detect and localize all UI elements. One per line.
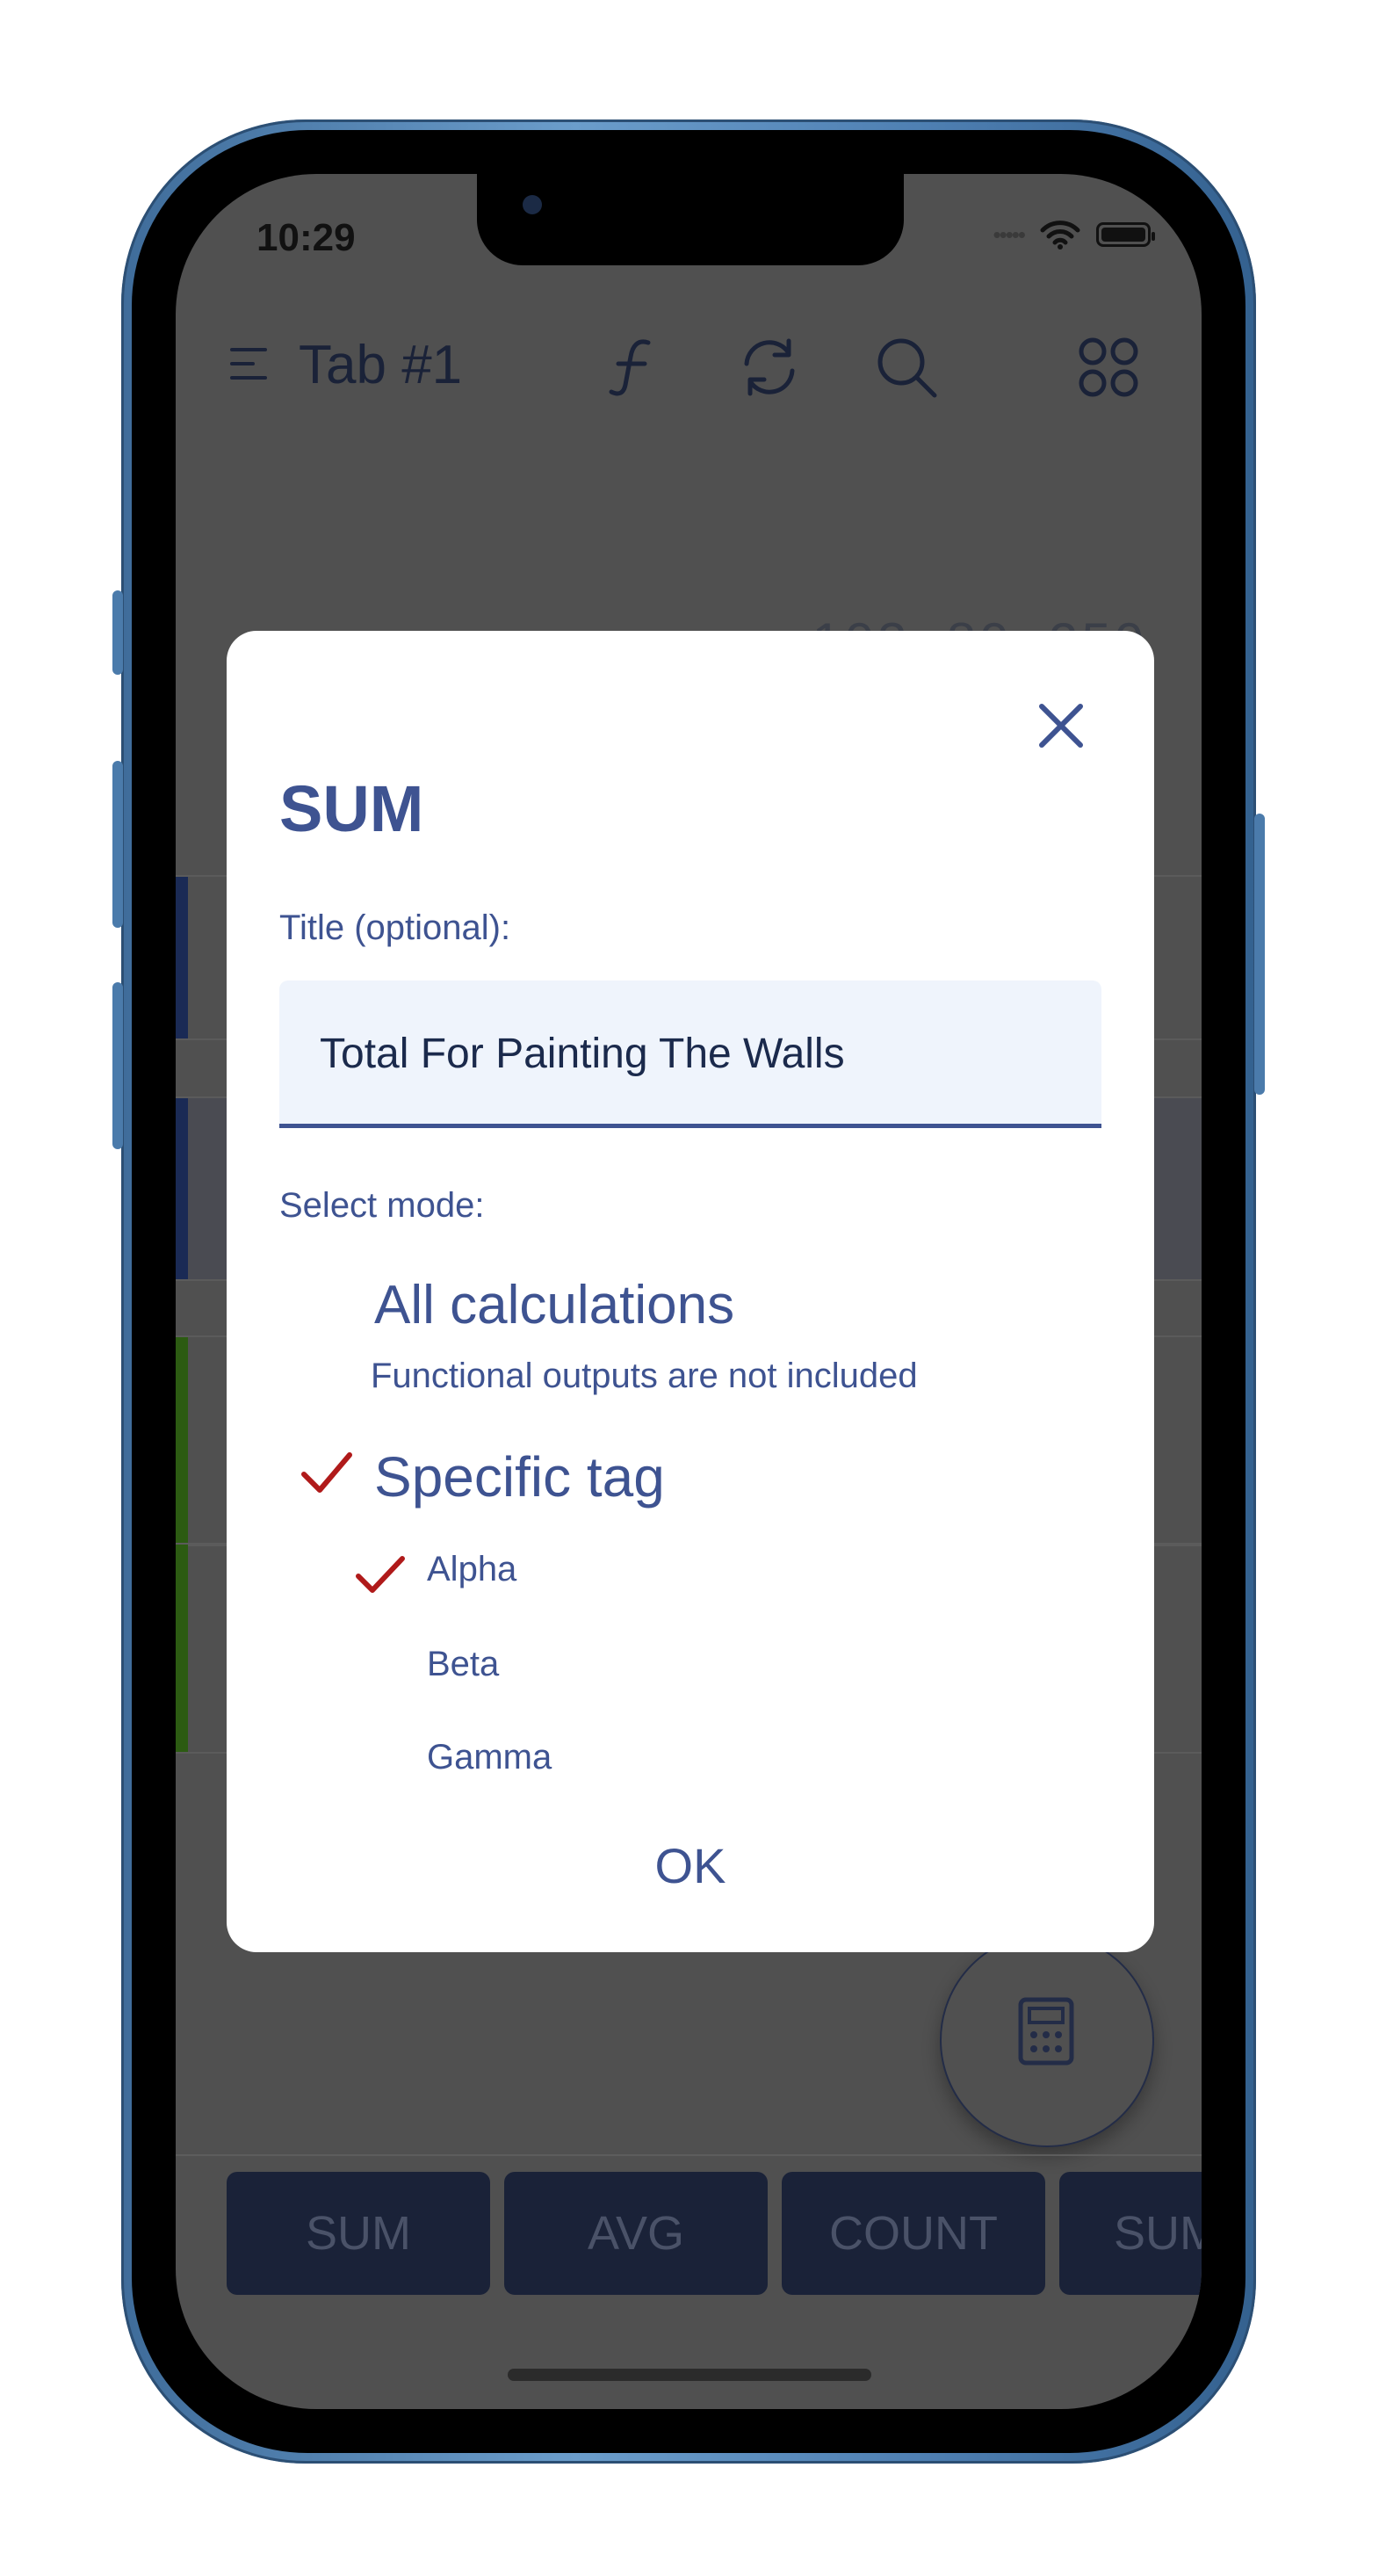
signal-icon: ••••• xyxy=(993,221,1025,248)
tag-option-beta[interactable]: Beta xyxy=(427,1645,499,1684)
mode-option-all-subtitle: Functional outputs are not included xyxy=(371,1357,918,1395)
dialog-title: SUM xyxy=(279,772,424,845)
ok-button[interactable]: OK xyxy=(603,1822,778,1910)
mute-switch xyxy=(112,590,123,675)
apps-grid-icon[interactable] xyxy=(1073,332,1144,402)
camera-icon xyxy=(523,195,542,214)
tag-list-clip: Gamma xyxy=(227,1741,1154,1776)
power-button xyxy=(1254,814,1265,1095)
calculator-icon xyxy=(1018,1997,1074,2066)
battery-icon xyxy=(1096,222,1155,247)
function-icon[interactable] xyxy=(597,332,668,402)
sum-dialog: SUM Title (optional): Total For Painting… xyxy=(227,631,1154,1952)
title-input[interactable]: Total For Painting The Walls xyxy=(279,980,1101,1128)
volume-up-button xyxy=(112,761,123,928)
tab-title[interactable]: Tab #1 xyxy=(299,334,462,396)
avg-function-button[interactable]: AVG xyxy=(504,2172,768,2295)
menu-icon[interactable] xyxy=(230,344,269,383)
wifi-icon xyxy=(1040,221,1080,250)
sum-function-button[interactable]: SUM xyxy=(227,2172,490,2295)
mode-option-all-calculations[interactable]: All calculations xyxy=(374,1274,734,1336)
search-icon[interactable] xyxy=(871,332,942,402)
divider xyxy=(176,2154,1202,2156)
calculator-fab[interactable] xyxy=(940,1933,1154,2147)
tag-option-gamma[interactable]: Gamma xyxy=(427,1741,552,1776)
status-time: 10:29 xyxy=(256,216,356,259)
count-function-button[interactable]: COUNT xyxy=(782,2172,1045,2295)
status-indicators: ••••• xyxy=(993,220,1155,250)
close-icon[interactable] xyxy=(1029,694,1093,757)
sync-icon[interactable] xyxy=(734,332,805,402)
mode-option-specific-tag[interactable]: Specific tag xyxy=(374,1444,665,1509)
title-field-label: Title (optional): xyxy=(279,908,511,947)
sum-function-button-2[interactable]: SUM xyxy=(1059,2172,1202,2295)
home-indicator[interactable] xyxy=(508,2369,871,2381)
checkmark-icon xyxy=(301,1452,352,1493)
tag-option-alpha[interactable]: Alpha xyxy=(427,1550,516,1589)
checkmark-icon xyxy=(356,1556,405,1593)
app-bar: Tab #1 xyxy=(176,315,1202,411)
title-input-value[interactable]: Total For Painting The Walls xyxy=(320,1030,845,1078)
mode-label: Select mode: xyxy=(279,1186,485,1225)
notch xyxy=(477,174,904,265)
volume-down-button xyxy=(112,982,123,1149)
